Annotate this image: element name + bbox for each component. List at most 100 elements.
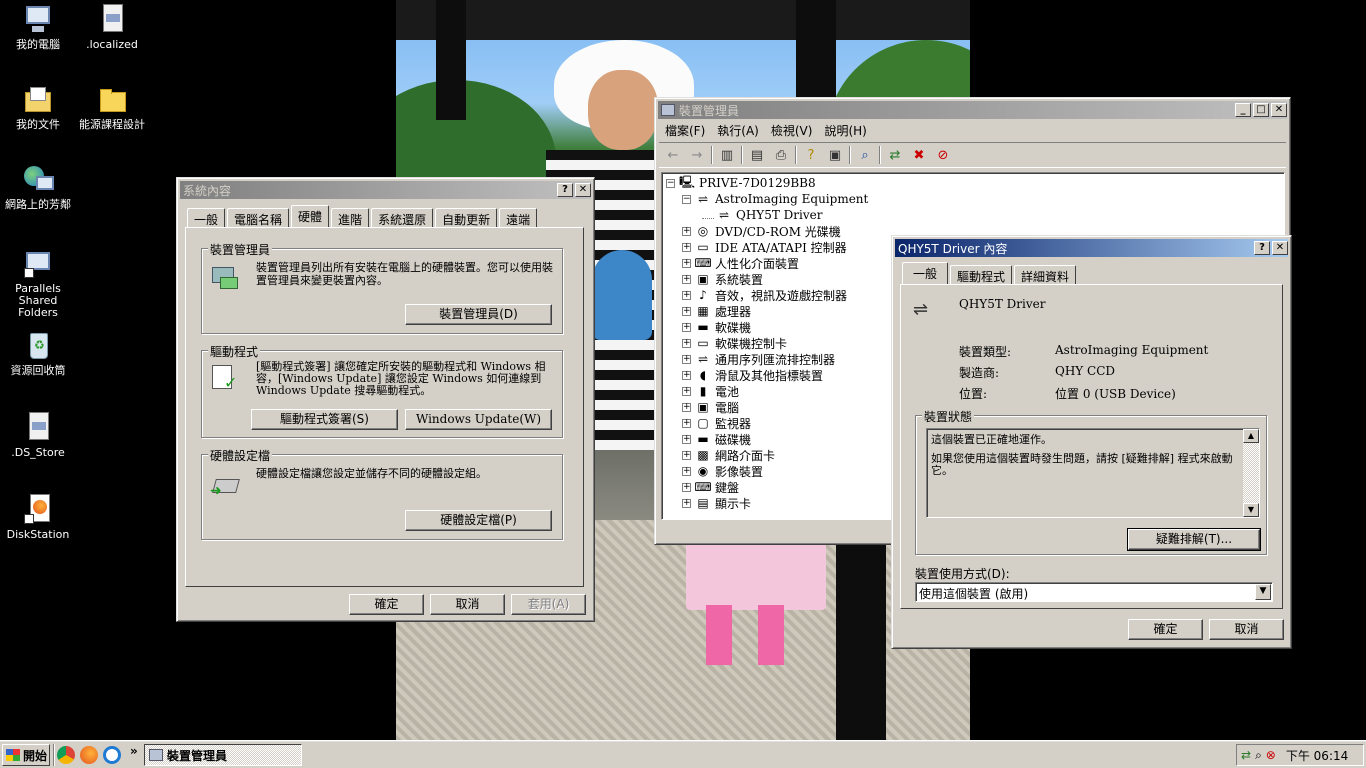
expand-icon[interactable]: + [682,370,691,380]
tree-root-computer[interactable]: − 🖳 PRIVE-7D0129BB8 [666,175,816,191]
device-manager-button[interactable]: 裝置管理員(D) [405,304,552,325]
quicklaunch-chevron[interactable]: » [130,744,138,758]
tree-category-item[interactable]: + ▭ IDE ATA/ATAPI 控制器 [682,239,847,255]
hardware-profiles-button[interactable]: 硬體設定檔(P) [405,510,552,531]
tab-automatic-updates[interactable]: 自動更新 [435,208,498,227]
expand-icon[interactable]: + [682,338,691,348]
scroll-down-icon[interactable]: ▼ [1243,503,1259,517]
disable-icon[interactable]: ⊘ [933,146,953,164]
uninstall-icon[interactable]: ✖ [909,146,929,164]
tree-category-item[interactable]: + ♪ 音效，視訊及遊戲控制器 [682,287,847,303]
expand-icon[interactable]: + [682,434,691,444]
desktop-icon-recycle-bin[interactable]: ♻ 資源回收筒 [0,330,76,377]
expand-icon[interactable]: + [682,322,691,332]
expand-icon[interactable]: + [682,386,691,396]
tab-hardware[interactable]: 硬體 [291,205,330,227]
tab-general[interactable]: 一般 [902,262,949,284]
expand-icon[interactable]: + [682,258,691,268]
status-scrollbar[interactable]: ▲ ▼ [1243,429,1259,517]
expand-icon[interactable]: + [682,450,691,460]
tree-category-item[interactable]: + ▢ 監視器 [682,415,751,431]
safely-remove-hardware-icon[interactable]: ⇄ [1241,748,1251,762]
desktop-icon-course-folder[interactable]: 能源課程設計 [74,84,150,131]
cancel-button[interactable]: 取消 [1209,619,1284,640]
close-button[interactable]: ✕ [1272,241,1288,255]
tree-category-item[interactable]: + ▬ 軟碟機 [682,319,751,335]
expand-icon[interactable]: + [682,242,691,252]
help-icon[interactable]: ? [801,146,821,164]
desktop-icon-localized[interactable]: .localized [74,4,150,51]
tree-category-item[interactable]: + ▮ 電池 [682,383,739,399]
tab-driver[interactable]: 驅動程式 [950,265,1013,284]
desktop-icon-my-documents[interactable]: 我的文件 [0,84,76,131]
tree-category-item[interactable]: + ▭ 軟碟機控制卡 [682,335,787,351]
menu-help[interactable]: 說明(H) [818,122,872,139]
expand-icon[interactable]: + [682,226,691,236]
chrome-icon[interactable] [57,746,75,764]
back-icon[interactable]: ← [663,146,683,164]
ok-button[interactable]: 確定 [1128,619,1203,640]
print-icon[interactable]: ⎙ [771,146,791,164]
help-button[interactable]: ? [1254,241,1270,255]
tab-advanced[interactable]: 進階 [331,208,370,227]
expand-icon[interactable]: + [682,290,691,300]
firefox-icon[interactable] [80,746,98,764]
show-hide-action-pane-icon[interactable]: ▣ [825,146,845,164]
tab-computer-name[interactable]: 電腦名稱 [227,208,290,227]
close-button[interactable]: ✕ [1271,103,1287,117]
tab-general[interactable]: 一般 [187,208,226,227]
expand-icon[interactable]: + [682,466,691,476]
close-button[interactable]: ✕ [575,183,591,197]
tree-category-item[interactable]: + ▣ 系統裝置 [682,271,763,287]
scan-hardware-icon[interactable]: ⌕ [855,146,875,164]
show-hide-tree-icon[interactable]: ▥ [717,146,737,164]
device-status-textbox[interactable]: 這個裝置已正確地運作。 如果您使用這個裝置時發生問題，請按 [疑難排解] 程式來… [926,428,1260,518]
scroll-up-icon[interactable]: ▲ [1243,429,1259,443]
tree-category-item[interactable]: − ⇌ AstroImaging Equipment [682,191,868,207]
start-button[interactable]: 開始 [2,744,50,766]
driver-signing-button[interactable]: 驅動程式簽署(S) [251,409,398,430]
internet-explorer-icon[interactable] [103,746,121,764]
menu-file[interactable]: 檔案(F) [659,122,711,139]
properties-icon[interactable]: ▤ [747,146,767,164]
tree-device-item[interactable]: ⇌ QHY5T Driver [702,207,823,223]
maximize-button[interactable]: □ [1253,103,1269,117]
tree-category-item[interactable]: + ⇌ 通用序列匯流排控制器 [682,351,835,367]
system-properties-titlebar[interactable]: 系統內容 ? ✕ [180,181,591,199]
device-manager-titlebar[interactable]: 裝置管理員 _ □ ✕ [658,101,1287,119]
tab-system-restore[interactable]: 系統還原 [371,208,434,227]
menu-action[interactable]: 執行(A) [711,122,765,139]
desktop-icon-ds-store[interactable]: .DS_Store [0,412,76,459]
tree-category-item[interactable]: + ▬ 磁碟機 [682,431,751,447]
tree-category-item[interactable]: + ◖ 滑鼠及其他指標裝置 [682,367,823,383]
expand-icon[interactable]: + [682,498,691,508]
windows-update-button[interactable]: Windows Update(W) [405,409,552,430]
tab-details[interactable]: 詳細資料 [1014,265,1077,284]
collapse-icon[interactable]: − [666,178,675,188]
clock[interactable]: 下午 06:14 [1286,747,1348,764]
tree-category-item[interactable]: + ▤ 顯示卡 [682,495,751,511]
desktop-icon-my-computer[interactable]: 我的電腦 [0,4,76,51]
tree-category-item[interactable]: + ▩ 網路介面卡 [682,447,775,463]
security-icon[interactable]: ⊗ [1266,748,1276,762]
chevron-down-icon[interactable]: ▼ [1255,584,1271,600]
expand-icon[interactable]: + [682,418,691,428]
expand-icon[interactable]: + [682,306,691,316]
forward-icon[interactable]: → [687,146,707,164]
tree-category-item[interactable]: + ⌨ 鍵盤 [682,479,739,495]
minimize-button[interactable]: _ [1235,103,1251,117]
tree-category-item[interactable]: + ◎ DVD/CD-ROM 光碟機 [682,223,841,239]
troubleshoot-button[interactable]: 疑難排解(T)... [1127,528,1261,551]
expand-icon[interactable]: + [682,402,691,412]
tree-category-item[interactable]: + ▣ 電腦 [682,399,739,415]
tree-category-item[interactable]: + ▦ 處理器 [682,303,751,319]
desktop-icon-parallels-shared[interactable]: ↗ Parallels Shared Folders [0,248,76,319]
collapse-icon[interactable]: − [682,194,691,204]
taskbar-button-device-manager[interactable]: 裝置管理員 [144,744,302,766]
expand-icon[interactable]: + [682,354,691,364]
menu-view[interactable]: 檢視(V) [765,122,819,139]
search-icon[interactable]: ⌕ [1255,748,1262,763]
apply-button[interactable]: 套用(A) [511,594,586,615]
tree-category-item[interactable]: + ⌨ 人性化介面裝置 [682,255,799,271]
cancel-button[interactable]: 取消 [430,594,505,615]
